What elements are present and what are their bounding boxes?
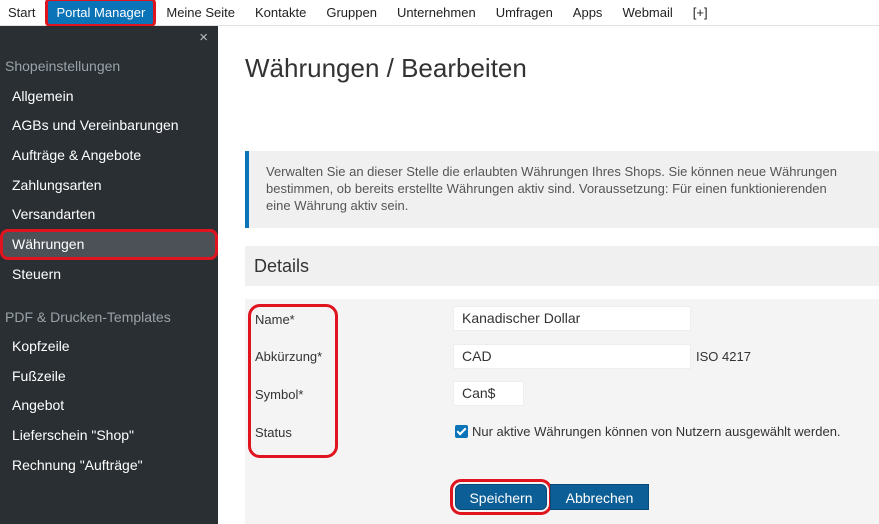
save-button[interactable]: Speichern <box>450 479 552 515</box>
nav-apps[interactable]: Apps <box>563 0 613 25</box>
sidebar-item-versandarten[interactable]: Versandarten <box>0 200 218 228</box>
button-bar: Speichern Abbrechen <box>245 479 879 524</box>
nav-umfragen[interactable]: Umfragen <box>486 0 563 25</box>
nav-gruppen[interactable]: Gruppen <box>316 0 387 25</box>
info-box: Verwalten Sie an dieser Stelle die erlau… <box>245 151 879 228</box>
nav-kontakte[interactable]: Kontakte <box>245 0 316 25</box>
abbreviation-input[interactable]: CAD <box>453 344 691 369</box>
sidebar-section-pdf: PDF & Drucken-Templates <box>5 309 171 325</box>
name-label: Name* <box>255 312 295 327</box>
sidebar-item-fusszeile[interactable]: Fußzeile <box>0 362 218 390</box>
cancel-button[interactable]: Abbrechen <box>550 484 649 510</box>
currency-form: Name* Kanadischer Dollar Abkürzung* CAD … <box>245 299 879 479</box>
info-line: bestimmen, ob bereits erstellte Währunge… <box>266 181 827 196</box>
sidebar-item-angebot[interactable]: Angebot <box>0 391 218 419</box>
sidebar-item-lieferschein[interactable]: Lieferschein "Shop" <box>0 421 218 449</box>
nav-start[interactable]: Start <box>0 0 45 25</box>
nav-webmail[interactable]: Webmail <box>612 0 682 25</box>
sidebar-item-rechnung[interactable]: Rechnung "Aufträge" <box>0 451 218 479</box>
main-content: Währungen / Bearbeiten Verwalten Sie an … <box>218 26 879 524</box>
nav-unternehmen[interactable]: Unternehmen <box>387 0 486 25</box>
nav-more[interactable]: [+] <box>683 0 718 25</box>
info-line: eine Währung aktiv sein. <box>266 198 409 213</box>
nav-portal-manager[interactable]: Portal Manager <box>45 0 157 27</box>
name-input[interactable]: Kanadischer Dollar <box>453 306 691 331</box>
status-text: Nur aktive Währungen können von Nutzern … <box>472 424 841 439</box>
status-label: Status <box>255 425 292 440</box>
sidebar-item-kopfzeile[interactable]: Kopfzeile <box>0 332 218 360</box>
iso-hint: ISO 4217 <box>696 349 751 364</box>
sidebar-section-shop: Shopeinstellungen <box>5 58 121 74</box>
sidebar: × Shopeinstellungen Allgemein AGBs und V… <box>0 26 218 524</box>
symbol-label: Symbol* <box>255 387 304 402</box>
abbreviation-label: Abkürzung* <box>255 349 323 364</box>
status-row: Nur aktive Währungen können von Nutzern … <box>455 424 841 439</box>
symbol-input[interactable]: Can$ <box>453 381 524 406</box>
status-checkbox[interactable] <box>455 425 468 438</box>
nav-meine-seite[interactable]: Meine Seite <box>156 0 245 25</box>
info-line: Verwalten Sie an dieser Stelle die erlau… <box>266 164 837 179</box>
sidebar-item-auftraege[interactable]: Aufträge & Angebote <box>0 141 218 169</box>
close-icon[interactable]: × <box>199 29 208 46</box>
sidebar-item-zahlungsarten[interactable]: Zahlungsarten <box>0 171 218 199</box>
sidebar-item-allgemein[interactable]: Allgemein <box>0 82 218 110</box>
page-title: Währungen / Bearbeiten <box>245 53 527 83</box>
details-heading: Details <box>245 246 879 286</box>
sidebar-item-waehrungen[interactable]: Währungen <box>0 229 218 260</box>
top-navigation: Start Portal Manager Meine Seite Kontakt… <box>0 0 879 27</box>
sidebar-item-steuern[interactable]: Steuern <box>0 260 218 288</box>
sidebar-item-agbs[interactable]: AGBs und Vereinbarungen <box>0 111 218 139</box>
